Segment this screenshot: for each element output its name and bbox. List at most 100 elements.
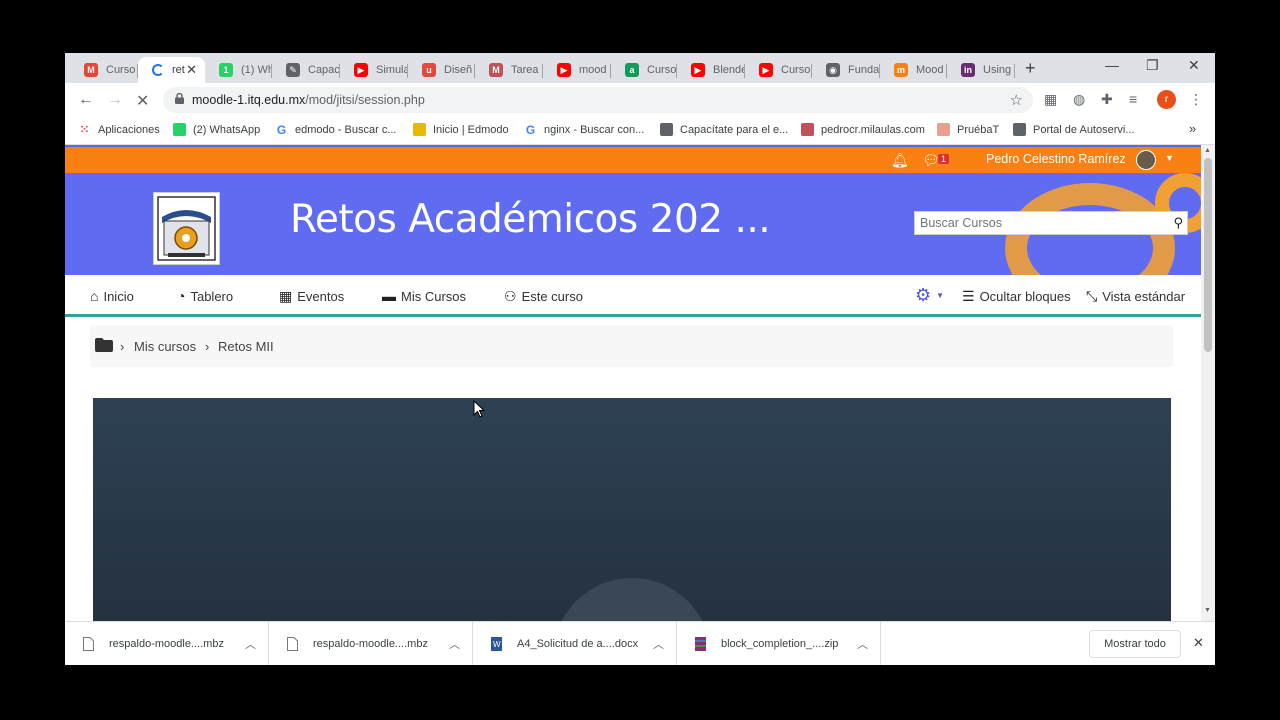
youtube-icon: ▶ [354, 63, 368, 77]
hide-blocks-button[interactable]: ☰ Ocultar bloques [962, 288, 1071, 305]
profile-avatar[interactable]: r [1157, 90, 1176, 109]
chevron-down-icon[interactable]: ▼ [1165, 153, 1174, 163]
globe-icon [1013, 123, 1026, 136]
download-item[interactable]: respaldo-moodle....mbz ︿ [269, 622, 473, 665]
tab-title: Capac [308, 64, 340, 76]
show-all-downloads-button[interactable]: Mostrar todo [1089, 630, 1181, 658]
pruebat-icon [937, 123, 950, 136]
gear-icon: ⚙ [915, 285, 932, 305]
search-icon[interactable]: ⚲ [1173, 215, 1183, 231]
browser-tab[interactable]: ▶ Simula [340, 57, 408, 83]
browser-tab[interactable]: ▶ mood [543, 57, 611, 83]
bookmark-item[interactable]: pedrocr.milaulas.com [801, 123, 925, 136]
browser-tab[interactable]: 1 (1) Wh [205, 57, 272, 83]
user-name[interactable]: Pedro Celestino Ramírez [986, 152, 1126, 166]
user-avatar[interactable] [1136, 150, 1156, 170]
file-icon [287, 637, 298, 651]
puzzle-icon[interactable]: ✚ [1101, 91, 1113, 108]
bell-icon[interactable]: 🔔︎ [891, 152, 909, 169]
download-item[interactable]: respaldo-moodle....mbz ︿ [65, 622, 269, 665]
download-item[interactable]: block_completion_....zip ︿ [677, 622, 881, 665]
nav-item-eventos[interactable]: ▦ Eventos [279, 288, 344, 305]
folder-icon[interactable] [95, 338, 113, 352]
browser-tab[interactable]: m Mood [880, 57, 947, 83]
nav-item-este-curso[interactable]: ⚇ Este curso [504, 288, 583, 305]
bookmark-label: Inicio | Edmodo [433, 123, 509, 136]
tab-title: (1) Wh [241, 64, 272, 76]
bookmark-item[interactable]: PruébaT [937, 123, 999, 136]
close-icon[interactable]: ✕ [1193, 635, 1204, 651]
bookmark-item[interactable]: Capacítate para el e... [660, 123, 788, 136]
browser-tab[interactable]: ret ✕ [138, 57, 205, 83]
extension-icon[interactable]: ◍ [1073, 91, 1085, 108]
bookmark-item[interactable]: Inicio | Edmodo [413, 123, 509, 136]
bookmark-item[interactable]: (2) WhatsApp [173, 123, 260, 136]
browser-tab[interactable]: ▶ Curso [745, 57, 812, 83]
moodle-icon: m [894, 63, 908, 77]
back-arrow-icon[interactable]: ← [78, 91, 94, 109]
nav-item-mis-cursos[interactable]: ▬ Mis Cursos [382, 288, 466, 304]
page-scrollbar[interactable]: ▲ ▼ [1201, 145, 1215, 621]
reading-list-icon[interactable]: ≡ [1129, 91, 1137, 107]
calendar-icon: ▦ [279, 288, 293, 304]
browser-tab[interactable]: in Using [947, 57, 1015, 83]
address-bar[interactable]: moodle-1.itq.edu.mx/mod/jitsi/session.ph… [163, 87, 1033, 113]
bookmark-item[interactable]: Gnginx - Buscar con... [524, 123, 644, 137]
chevron-up-icon[interactable]: ︿ [653, 636, 664, 652]
scroll-down-icon[interactable]: ▼ [1204, 607, 1211, 614]
nav-item-tablero[interactable]: ◔ Tablero [177, 288, 233, 304]
dashboard-icon: ◔ [177, 288, 186, 304]
breadcrumb-mis-cursos[interactable]: Mis cursos [134, 339, 196, 354]
tab-title: Tarea [511, 64, 539, 76]
close-tab-icon[interactable]: ✕ [186, 62, 197, 78]
jitsi-video-frame[interactable] [93, 398, 1171, 621]
web-page: 🔔︎ 💬︎ 1 Pedro Celestino Ramírez ▼ Retos … [65, 145, 1215, 621]
settings-menu[interactable]: ⚙ ▼ [915, 285, 944, 306]
download-item[interactable]: W A4_Solicitud de a....docx ︿ [473, 622, 677, 665]
nav-label: Eventos [297, 289, 345, 304]
course-search: ⚲ [914, 211, 1188, 235]
breadcrumb-retos-mii[interactable]: Retos MII [218, 339, 274, 354]
browser-tab[interactable]: u Diseñ [408, 57, 475, 83]
new-tab-button[interactable]: + [1025, 58, 1036, 79]
menu-kebab-icon[interactable]: ⋮ [1189, 91, 1203, 108]
breadcrumb-separator: › [205, 339, 210, 354]
bookmark-item[interactable]: Gedmodo - Buscar c... [275, 123, 397, 137]
scroll-up-icon[interactable]: ▲ [1204, 147, 1211, 154]
browser-tab[interactable]: ▶ Blende [677, 57, 745, 83]
tab-title: Using [983, 64, 1012, 76]
bookmark-item[interactable]: ⁙ Aplicaciones [78, 123, 160, 137]
browser-tab[interactable]: M Tarea [475, 57, 543, 83]
chevron-up-icon[interactable]: ︿ [449, 636, 460, 652]
tab-separator [1014, 64, 1015, 78]
restore-window-icon[interactable]: ❐ [1146, 57, 1159, 74]
minimize-window-icon[interactable]: — [1105, 57, 1119, 73]
stop-loading-icon[interactable]: ✕ [136, 91, 149, 111]
tab-strip: M Curso ret ✕ 1 (1) Wh ✎ Capac ▶ Simula u Diseñ M Tar… [65, 53, 1215, 83]
browser-tab[interactable]: a Curso [611, 57, 677, 83]
extension-grid-icon[interactable]: ▦ [1044, 91, 1057, 108]
browser-tab[interactable]: M Curso [70, 57, 138, 83]
standard-view-button[interactable]: ⤡ Vista estándar [1086, 288, 1185, 305]
search-input[interactable] [915, 212, 1165, 234]
bookmark-star-icon[interactable]: ☆ [1010, 91, 1023, 109]
bookmarks-overflow-icon[interactable]: » [1189, 121, 1196, 136]
chevron-up-icon[interactable]: ︿ [245, 636, 256, 652]
chevron-up-icon[interactable]: ︿ [857, 636, 868, 652]
messages-badge: 1 [938, 154, 950, 164]
tab-title: Diseñ [444, 64, 473, 76]
browser-tab[interactable]: ◉ Funda [812, 57, 880, 83]
list-icon: ☰ [962, 288, 975, 304]
site-title: Retos Académicos 202 ... [290, 197, 771, 242]
forward-arrow-icon[interactable]: → [107, 91, 123, 109]
browser-tab[interactable]: ✎ Capac [272, 57, 340, 83]
close-window-icon[interactable]: ✕ [1188, 57, 1200, 74]
bookmark-item[interactable]: Portal de Autoservi... [1013, 123, 1135, 136]
gmail-icon: M [84, 63, 98, 77]
nav-item-inicio[interactable]: ⌂ Inicio [90, 288, 134, 304]
scrollbar-thumb[interactable] [1204, 158, 1212, 352]
site-logo[interactable] [153, 192, 220, 265]
youtube-icon: ▶ [759, 63, 773, 77]
bookmark-label: Aplicaciones [98, 123, 160, 136]
file-icon [83, 637, 94, 651]
